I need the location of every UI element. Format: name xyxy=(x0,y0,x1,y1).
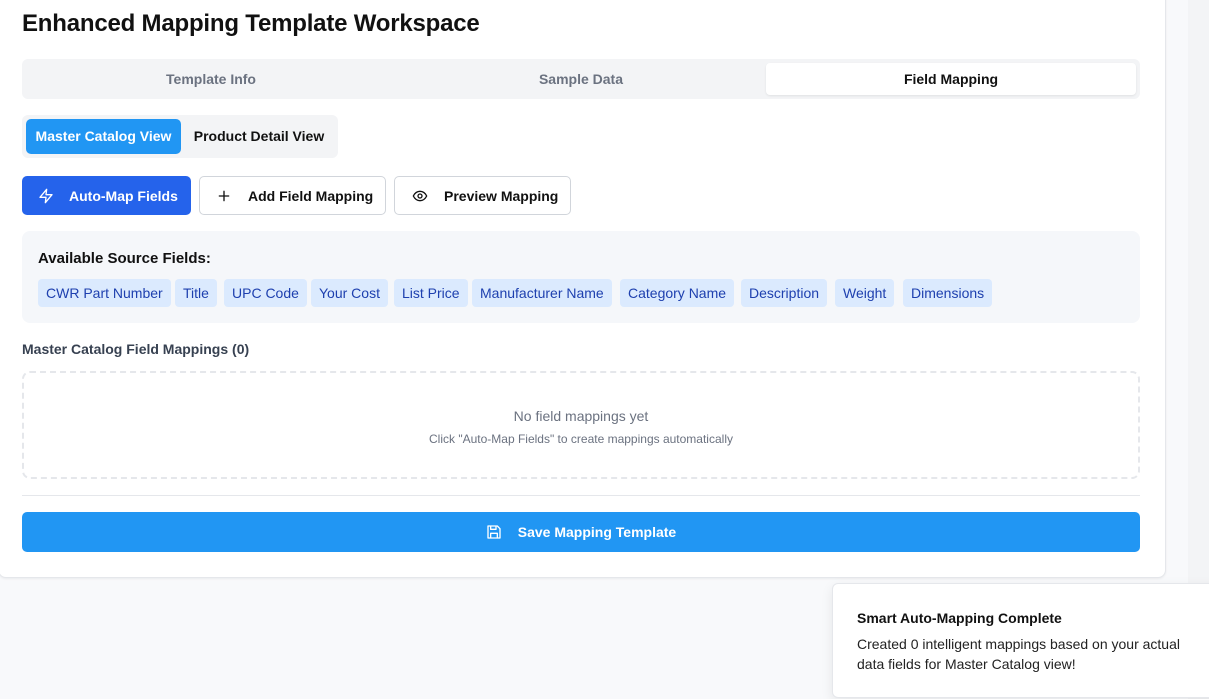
lightning-icon xyxy=(38,188,54,204)
auto-map-fields-label: Auto-Map Fields xyxy=(69,187,178,204)
source-field-chip: Description xyxy=(741,279,828,307)
save-icon xyxy=(486,524,502,540)
source-fields-panel: Available Source Fields: CWR Part Number… xyxy=(22,231,1140,323)
source-fields-title: Available Source Fields: xyxy=(38,250,211,267)
save-mapping-template-button[interactable]: Save Mapping Template xyxy=(22,512,1140,552)
toast-notification: Smart Auto-Mapping Complete Created 0 in… xyxy=(832,583,1209,698)
source-field-chip: List Price xyxy=(394,279,468,307)
source-field-chip: Your Cost xyxy=(311,279,388,307)
plus-icon xyxy=(216,188,232,204)
preview-mapping-button[interactable]: Preview Mapping xyxy=(394,176,571,215)
tab-template-info[interactable]: Template Info xyxy=(26,63,396,95)
divider xyxy=(22,495,1140,496)
source-field-chip: Dimensions xyxy=(903,279,993,307)
master-catalog-view-button[interactable]: Master Catalog View xyxy=(26,119,181,154)
tab-bar: Template Info Sample Data Field Mapping xyxy=(22,59,1140,99)
mappings-title: Master Catalog Field Mappings (0) xyxy=(22,341,250,357)
preview-mapping-label: Preview Mapping xyxy=(444,187,559,204)
source-field-chip: Weight xyxy=(835,279,895,307)
eye-icon xyxy=(411,188,429,204)
page-title: Enhanced Mapping Template Workspace xyxy=(22,10,480,37)
auto-map-fields-button[interactable]: Auto-Map Fields xyxy=(22,176,191,215)
empty-state-title: No field mappings yet xyxy=(513,408,649,424)
mappings-empty-state: No field mappings yet Click "Auto-Map Fi… xyxy=(22,371,1140,479)
source-field-chip: UPC Code xyxy=(224,279,307,307)
view-switcher: Master Catalog View Product Detail View xyxy=(22,115,338,158)
source-field-chip: CWR Part Number xyxy=(38,279,171,307)
empty-state-hint: Click "Auto-Map Fields" to create mappin… xyxy=(429,432,733,446)
save-mapping-template-label: Save Mapping Template xyxy=(517,524,677,540)
add-field-mapping-button[interactable]: Add Field Mapping xyxy=(199,176,386,215)
source-field-chip: Manufacturer Name xyxy=(472,279,612,307)
toast-message: Created 0 intelligent mappings based on … xyxy=(857,636,1180,672)
toast-title: Smart Auto-Mapping Complete xyxy=(857,610,1062,626)
product-detail-view-button[interactable]: Product Detail View xyxy=(184,119,334,154)
add-field-mapping-label: Add Field Mapping xyxy=(248,187,374,204)
source-field-chip: Category Name xyxy=(620,279,735,307)
tab-field-mapping[interactable]: Field Mapping xyxy=(766,63,1136,95)
tab-sample-data[interactable]: Sample Data xyxy=(396,63,766,95)
source-field-chip: Title xyxy=(175,279,217,307)
